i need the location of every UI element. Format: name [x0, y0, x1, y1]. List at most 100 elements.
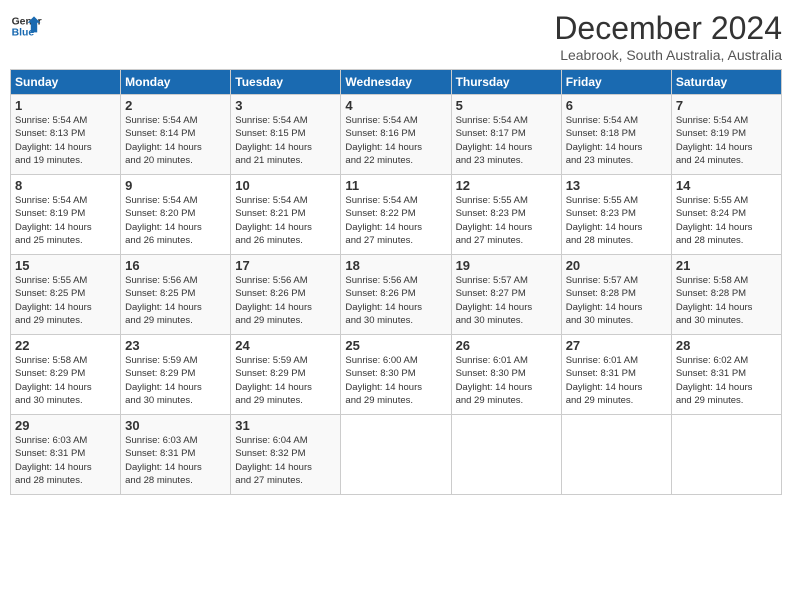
- calendar-week-1: 1Sunrise: 5:54 AM Sunset: 8:13 PM Daylig…: [11, 95, 782, 175]
- day-number: 18: [345, 258, 446, 273]
- day-number: 29: [15, 418, 116, 433]
- day-number: 22: [15, 338, 116, 353]
- table-row: 24Sunrise: 5:59 AM Sunset: 8:29 PM Dayli…: [231, 335, 341, 415]
- title-block: December 2024 Leabrook, South Australia,…: [554, 10, 782, 63]
- day-info: Sunrise: 5:54 AM Sunset: 8:20 PM Dayligh…: [125, 194, 226, 247]
- day-info: Sunrise: 5:55 AM Sunset: 8:24 PM Dayligh…: [676, 194, 777, 247]
- table-row: 20Sunrise: 5:57 AM Sunset: 8:28 PM Dayli…: [561, 255, 671, 335]
- calendar-week-4: 22Sunrise: 5:58 AM Sunset: 8:29 PM Dayli…: [11, 335, 782, 415]
- day-info: Sunrise: 6:00 AM Sunset: 8:30 PM Dayligh…: [345, 354, 446, 407]
- table-row: 4Sunrise: 5:54 AM Sunset: 8:16 PM Daylig…: [341, 95, 451, 175]
- calendar-table: Sunday Monday Tuesday Wednesday Thursday…: [10, 69, 782, 495]
- day-info: Sunrise: 6:03 AM Sunset: 8:31 PM Dayligh…: [15, 434, 116, 487]
- table-row: 31Sunrise: 6:04 AM Sunset: 8:32 PM Dayli…: [231, 415, 341, 495]
- day-number: 13: [566, 178, 667, 193]
- day-info: Sunrise: 5:54 AM Sunset: 8:17 PM Dayligh…: [456, 114, 557, 167]
- day-info: Sunrise: 5:54 AM Sunset: 8:21 PM Dayligh…: [235, 194, 336, 247]
- day-number: 7: [676, 98, 777, 113]
- day-info: Sunrise: 5:57 AM Sunset: 8:27 PM Dayligh…: [456, 274, 557, 327]
- table-row: 29Sunrise: 6:03 AM Sunset: 8:31 PM Dayli…: [11, 415, 121, 495]
- day-number: 4: [345, 98, 446, 113]
- table-row: 27Sunrise: 6:01 AM Sunset: 8:31 PM Dayli…: [561, 335, 671, 415]
- day-number: 5: [456, 98, 557, 113]
- header-sunday: Sunday: [11, 70, 121, 95]
- table-row: 18Sunrise: 5:56 AM Sunset: 8:26 PM Dayli…: [341, 255, 451, 335]
- table-row: 19Sunrise: 5:57 AM Sunset: 8:27 PM Dayli…: [451, 255, 561, 335]
- table-row: 25Sunrise: 6:00 AM Sunset: 8:30 PM Dayli…: [341, 335, 451, 415]
- day-info: Sunrise: 5:58 AM Sunset: 8:29 PM Dayligh…: [15, 354, 116, 407]
- day-info: Sunrise: 5:59 AM Sunset: 8:29 PM Dayligh…: [235, 354, 336, 407]
- day-info: Sunrise: 5:55 AM Sunset: 8:23 PM Dayligh…: [566, 194, 667, 247]
- day-number: 17: [235, 258, 336, 273]
- header-wednesday: Wednesday: [341, 70, 451, 95]
- table-row: 30Sunrise: 6:03 AM Sunset: 8:31 PM Dayli…: [121, 415, 231, 495]
- day-info: Sunrise: 5:54 AM Sunset: 8:18 PM Dayligh…: [566, 114, 667, 167]
- header-thursday: Thursday: [451, 70, 561, 95]
- day-number: 14: [676, 178, 777, 193]
- day-number: 30: [125, 418, 226, 433]
- table-row: 21Sunrise: 5:58 AM Sunset: 8:28 PM Dayli…: [671, 255, 781, 335]
- day-info: Sunrise: 5:54 AM Sunset: 8:15 PM Dayligh…: [235, 114, 336, 167]
- day-info: Sunrise: 5:54 AM Sunset: 8:19 PM Dayligh…: [676, 114, 777, 167]
- day-number: 25: [345, 338, 446, 353]
- day-number: 27: [566, 338, 667, 353]
- day-number: 23: [125, 338, 226, 353]
- table-row: 23Sunrise: 5:59 AM Sunset: 8:29 PM Dayli…: [121, 335, 231, 415]
- day-number: 11: [345, 178, 446, 193]
- table-row: [671, 415, 781, 495]
- calendar-week-3: 15Sunrise: 5:55 AM Sunset: 8:25 PM Dayli…: [11, 255, 782, 335]
- table-row: [561, 415, 671, 495]
- day-number: 6: [566, 98, 667, 113]
- month-title: December 2024: [554, 10, 782, 47]
- day-info: Sunrise: 5:54 AM Sunset: 8:14 PM Dayligh…: [125, 114, 226, 167]
- day-info: Sunrise: 5:58 AM Sunset: 8:28 PM Dayligh…: [676, 274, 777, 327]
- header-friday: Friday: [561, 70, 671, 95]
- calendar-week-5: 29Sunrise: 6:03 AM Sunset: 8:31 PM Dayli…: [11, 415, 782, 495]
- logo: General Blue: [10, 10, 42, 42]
- table-row: 8Sunrise: 5:54 AM Sunset: 8:19 PM Daylig…: [11, 175, 121, 255]
- table-row: 26Sunrise: 6:01 AM Sunset: 8:30 PM Dayli…: [451, 335, 561, 415]
- day-info: Sunrise: 5:54 AM Sunset: 8:13 PM Dayligh…: [15, 114, 116, 167]
- day-number: 19: [456, 258, 557, 273]
- day-number: 9: [125, 178, 226, 193]
- day-info: Sunrise: 6:01 AM Sunset: 8:30 PM Dayligh…: [456, 354, 557, 407]
- day-number: 24: [235, 338, 336, 353]
- table-row: 14Sunrise: 5:55 AM Sunset: 8:24 PM Dayli…: [671, 175, 781, 255]
- table-row: 22Sunrise: 5:58 AM Sunset: 8:29 PM Dayli…: [11, 335, 121, 415]
- day-number: 3: [235, 98, 336, 113]
- day-info: Sunrise: 5:59 AM Sunset: 8:29 PM Dayligh…: [125, 354, 226, 407]
- page-header: General Blue December 2024 Leabrook, Sou…: [10, 10, 782, 63]
- table-row: 17Sunrise: 5:56 AM Sunset: 8:26 PM Dayli…: [231, 255, 341, 335]
- table-row: 1Sunrise: 5:54 AM Sunset: 8:13 PM Daylig…: [11, 95, 121, 175]
- header-saturday: Saturday: [671, 70, 781, 95]
- day-info: Sunrise: 6:03 AM Sunset: 8:31 PM Dayligh…: [125, 434, 226, 487]
- day-number: 10: [235, 178, 336, 193]
- table-row: 9Sunrise: 5:54 AM Sunset: 8:20 PM Daylig…: [121, 175, 231, 255]
- day-number: 15: [15, 258, 116, 273]
- table-row: 12Sunrise: 5:55 AM Sunset: 8:23 PM Dayli…: [451, 175, 561, 255]
- day-info: Sunrise: 5:56 AM Sunset: 8:25 PM Dayligh…: [125, 274, 226, 327]
- day-info: Sunrise: 5:57 AM Sunset: 8:28 PM Dayligh…: [566, 274, 667, 327]
- table-row: 2Sunrise: 5:54 AM Sunset: 8:14 PM Daylig…: [121, 95, 231, 175]
- day-number: 8: [15, 178, 116, 193]
- table-row: 10Sunrise: 5:54 AM Sunset: 8:21 PM Dayli…: [231, 175, 341, 255]
- day-number: 2: [125, 98, 226, 113]
- day-info: Sunrise: 6:04 AM Sunset: 8:32 PM Dayligh…: [235, 434, 336, 487]
- table-row: 7Sunrise: 5:54 AM Sunset: 8:19 PM Daylig…: [671, 95, 781, 175]
- header-tuesday: Tuesday: [231, 70, 341, 95]
- day-info: Sunrise: 6:01 AM Sunset: 8:31 PM Dayligh…: [566, 354, 667, 407]
- day-info: Sunrise: 5:54 AM Sunset: 8:19 PM Dayligh…: [15, 194, 116, 247]
- day-number: 1: [15, 98, 116, 113]
- day-info: Sunrise: 6:02 AM Sunset: 8:31 PM Dayligh…: [676, 354, 777, 407]
- table-row: 3Sunrise: 5:54 AM Sunset: 8:15 PM Daylig…: [231, 95, 341, 175]
- table-row: 6Sunrise: 5:54 AM Sunset: 8:18 PM Daylig…: [561, 95, 671, 175]
- calendar-week-2: 8Sunrise: 5:54 AM Sunset: 8:19 PM Daylig…: [11, 175, 782, 255]
- table-row: [451, 415, 561, 495]
- day-info: Sunrise: 5:55 AM Sunset: 8:23 PM Dayligh…: [456, 194, 557, 247]
- day-number: 28: [676, 338, 777, 353]
- table-row: 11Sunrise: 5:54 AM Sunset: 8:22 PM Dayli…: [341, 175, 451, 255]
- day-info: Sunrise: 5:56 AM Sunset: 8:26 PM Dayligh…: [235, 274, 336, 327]
- location-subtitle: Leabrook, South Australia, Australia: [554, 47, 782, 63]
- table-row: 13Sunrise: 5:55 AM Sunset: 8:23 PM Dayli…: [561, 175, 671, 255]
- table-row: 28Sunrise: 6:02 AM Sunset: 8:31 PM Dayli…: [671, 335, 781, 415]
